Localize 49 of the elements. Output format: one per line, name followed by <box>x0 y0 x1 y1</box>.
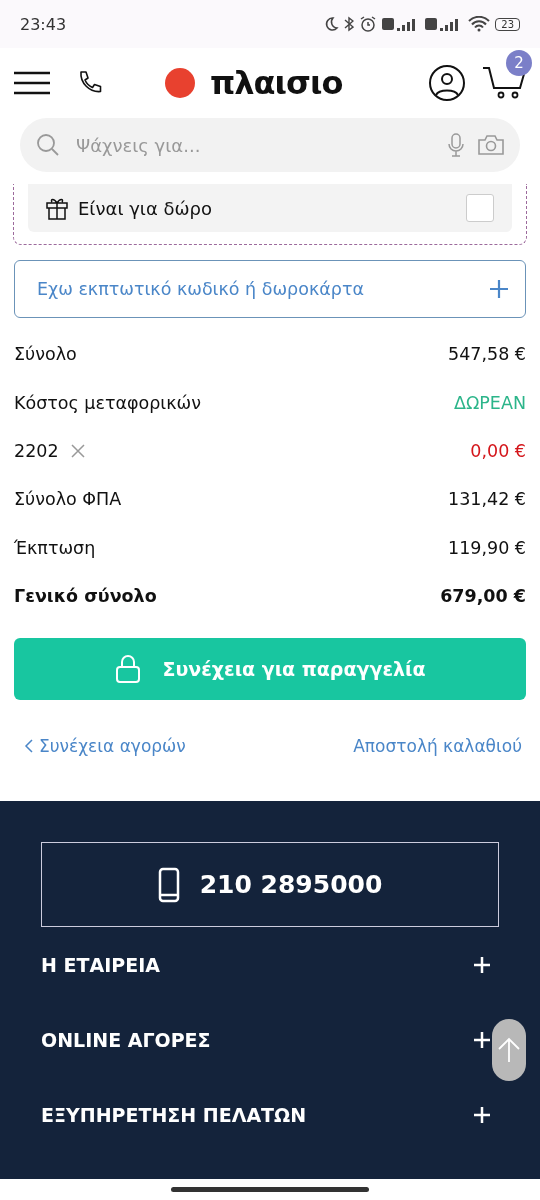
gift-label: Είναι για δώρο <box>78 197 214 219</box>
search-field[interactable]: Ψάχνεις για... <box>74 133 434 157</box>
wifi-icon <box>468 16 491 32</box>
summary-value: 547,58 € <box>448 344 526 365</box>
arrow-up-icon <box>498 1037 520 1064</box>
bluetooth-icon <box>344 16 355 32</box>
status-time: 23:43 <box>20 14 67 34</box>
footer-section-toggle[interactable]: Η ΕΤΑΙΡΕΙΑ <box>41 953 160 976</box>
moon-icon <box>323 16 340 32</box>
scroll-to-top-button[interactable] <box>492 1019 526 1082</box>
cart-count-badge: 2 <box>506 50 532 76</box>
battery-indicator: 23 <box>495 17 520 31</box>
summary-value: 119,90 € <box>448 537 526 558</box>
search-bar[interactable]: Ψάχνεις για... <box>20 118 520 172</box>
plus-icon[interactable] <box>473 1030 491 1049</box>
alarm-icon <box>359 15 378 33</box>
summary-value: 131,42 € <box>448 489 526 510</box>
summary-label: Γενικό σύνολο <box>14 586 157 607</box>
home-indicator[interactable] <box>171 1187 369 1193</box>
gift-checkbox[interactable] <box>466 194 494 222</box>
footer-section-toggle[interactable]: ΕΞΥΠΗΡΕΤΗΣΗ ΠΕΛΑΤΩΝ <box>41 1103 307 1126</box>
gift-option[interactable]: Είναι για δώρο <box>28 184 512 232</box>
account-icon[interactable] <box>428 64 466 102</box>
send-cart-link[interactable]: Αποστολή καλαθιού <box>353 734 522 759</box>
summary-label: Έκπτωση <box>14 537 96 558</box>
lock-icon <box>114 654 141 685</box>
summary-label: Σύνολο ΦΠΑ <box>14 489 122 510</box>
gift-icon <box>46 196 68 220</box>
chevron-left-icon <box>24 739 33 754</box>
logo-dot-icon <box>164 67 196 99</box>
summary-label: 2202 <box>14 440 59 461</box>
mobile-phone-icon <box>157 866 180 903</box>
plus-icon[interactable] <box>473 1105 491 1124</box>
continue-shopping-link[interactable]: Συνέχεια αγορών <box>24 734 186 759</box>
plus-icon[interactable] <box>473 955 491 974</box>
search-icon <box>36 133 60 157</box>
summary-value: ΔΩΡΕΑΝ <box>453 392 526 413</box>
menu-icon[interactable] <box>14 71 50 95</box>
summary-value: 679,00 € <box>440 586 526 607</box>
summary-label: Κόστος μεταφορικών <box>14 392 202 413</box>
coupon-toggle[interactable]: Εχω εκπτωτικό κωδικό ή δωροκάρτα <box>14 260 526 318</box>
remove-icon[interactable] <box>70 443 85 458</box>
microphone-icon[interactable] <box>448 133 464 157</box>
summary-label: Σύνολο <box>14 344 77 365</box>
phone-box[interactable]: 210 2895000 <box>41 842 499 928</box>
plus-icon <box>489 279 509 299</box>
logo[interactable]: πλαισιο <box>210 67 343 99</box>
footer-section-toggle[interactable]: ONLINE ΑΓΟΡΕΣ <box>41 1028 211 1051</box>
summary-value: 0,00 € <box>470 440 526 461</box>
